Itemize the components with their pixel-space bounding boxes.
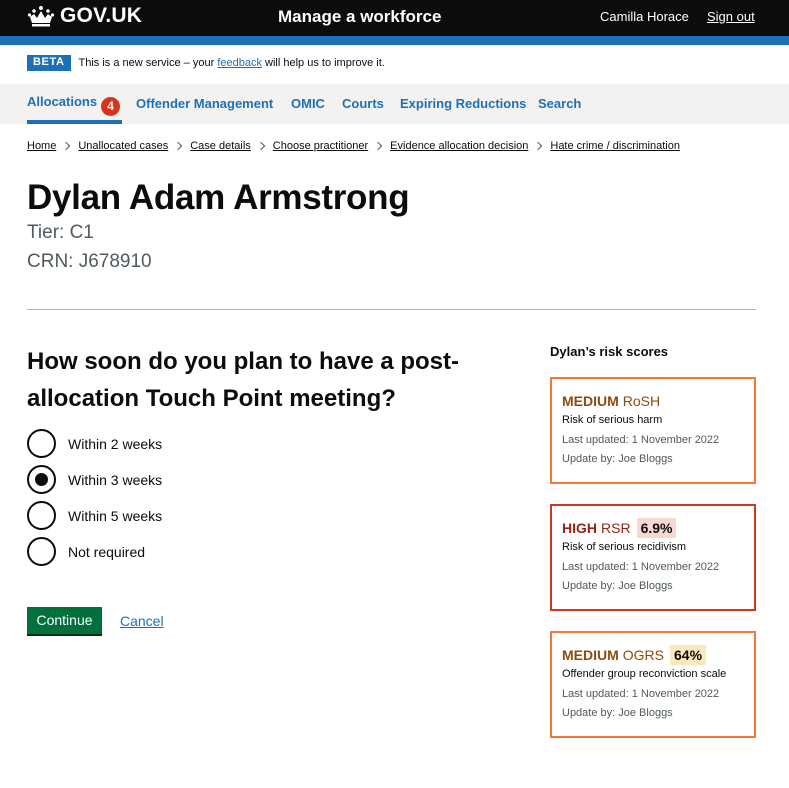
feedback-link[interactable]: feedback <box>217 57 262 69</box>
tier-caption: Tier: C1 <box>27 222 94 243</box>
primary-navigation: Allocations 4 Offender Management OMIC Co… <box>0 84 789 124</box>
nav-label: Allocations <box>27 94 98 109</box>
header-blue-stripe <box>0 36 789 45</box>
risk-level: MEDIUM <box>562 647 619 663</box>
crn-caption: CRN: J678910 <box>27 251 152 272</box>
cancel-link[interactable]: Cancel <box>120 612 164 630</box>
risk-percentage: 6.9% <box>636 518 677 538</box>
breadcrumb-home[interactable]: Home <box>27 139 56 153</box>
risk-card-ogrs: MEDIUM OGRS 64% Offender group reconvict… <box>550 631 756 738</box>
breadcrumb: Home Unallocated cases Case details Choo… <box>27 139 680 153</box>
risk-last-updated: Last updated: 1 November 2022 <box>562 561 720 573</box>
risk-description: Offender group reconviction scale <box>562 668 727 680</box>
radio-button[interactable] <box>27 429 56 458</box>
radio-within-3-weeks[interactable]: Within 3 weeks <box>27 465 162 494</box>
risk-card-rsr: HIGH RSR 6.9% Risk of serious recidivism… <box>550 504 756 611</box>
phase-text: This is a new service – your feedback wi… <box>79 56 385 70</box>
radio-button[interactable] <box>27 501 56 530</box>
risk-score-name: OGRS <box>622 647 665 663</box>
crown-icon <box>27 6 55 27</box>
sign-out-link[interactable]: Sign out <box>707 8 755 26</box>
chevron-right-icon <box>62 141 71 151</box>
nav-item-offender-management[interactable]: Offender Management <box>136 96 273 112</box>
chevron-right-icon <box>373 141 383 151</box>
risk-card-header: MEDIUM RoSH <box>562 391 754 411</box>
risk-scores-heading: Dylan’s risk scores <box>550 344 669 359</box>
govuk-logo-link[interactable]: GOV.UK <box>27 5 142 27</box>
risk-score-name: RSR <box>601 520 631 536</box>
risk-description: Risk of serious recidivism <box>562 541 687 553</box>
allocations-count-badge: 4 <box>101 97 121 116</box>
radio-button[interactable] <box>27 537 56 566</box>
risk-percentage: 64% <box>670 645 707 665</box>
nav-item-search[interactable]: Search <box>538 96 581 112</box>
question-heading: How soon do you plan to have a post-allo… <box>27 348 460 412</box>
risk-level: MEDIUM <box>562 393 619 409</box>
nav-active-indicator <box>27 120 122 124</box>
breadcrumb-case-details[interactable]: Case details <box>190 139 251 153</box>
risk-last-updated: Last updated: 1 November 2022 <box>562 688 720 700</box>
risk-level: HIGH <box>562 520 597 536</box>
govuk-logo-text: GOV.UK <box>60 4 143 27</box>
chevron-right-icon <box>173 141 183 151</box>
section-divider <box>27 309 756 310</box>
breadcrumb-choose-practitioner[interactable]: Choose practitioner <box>273 139 368 153</box>
risk-updated-by: Update by: Joe Bloggs <box>562 580 673 592</box>
user-name: Camilla Horace <box>600 9 689 24</box>
nav-item-expiring-reductions[interactable]: Expiring Reductions <box>400 96 526 112</box>
radio-label[interactable]: Within 5 weeks <box>68 507 162 525</box>
service-name[interactable]: Manage a workforce <box>278 7 441 27</box>
risk-score-name: RoSH <box>622 393 661 409</box>
radio-not-required[interactable]: Not required <box>27 537 145 566</box>
breadcrumb-evidence-allocation-decision[interactable]: Evidence allocation decision <box>390 139 528 153</box>
chevron-right-icon <box>534 141 543 151</box>
page-title: Dylan Adam Armstrong <box>27 178 410 217</box>
radio-button-selected[interactable] <box>27 465 56 494</box>
nav-item-omic[interactable]: OMIC <box>291 96 325 112</box>
risk-card-header: HIGH RSR 6.9% <box>562 518 754 538</box>
breadcrumb-hate-crime[interactable]: Hate crime / discrimination <box>550 139 680 153</box>
site-header: GOV.UK Manage a workforce Camilla Horace… <box>0 0 789 45</box>
nav-item-courts[interactable]: Courts <box>342 96 384 112</box>
risk-updated-by: Update by: Joe Bloggs <box>562 707 673 719</box>
radio-within-2-weeks[interactable]: Within 2 weeks <box>27 429 162 458</box>
breadcrumb-unallocated-cases[interactable]: Unallocated cases <box>78 139 168 153</box>
beta-tag: BETA <box>27 55 71 71</box>
risk-description: Risk of serious harm <box>562 414 663 426</box>
radio-label[interactable]: Within 2 weeks <box>68 435 162 453</box>
risk-updated-by: Update by: Joe Bloggs <box>562 453 673 465</box>
phase-text-before: This is a new service – your <box>78 57 218 69</box>
risk-last-updated: Last updated: 1 November 2022 <box>562 434 720 446</box>
risk-card-header: MEDIUM OGRS 64% <box>562 645 754 665</box>
phase-text-after: will help us to improve it. <box>261 57 385 69</box>
risk-card-rosh: MEDIUM RoSH Risk of serious harm Last up… <box>550 377 756 484</box>
phase-banner: BETA This is a new service – your feedba… <box>27 55 385 71</box>
chevron-right-icon <box>256 141 266 151</box>
continue-button[interactable]: Continue <box>27 607 102 636</box>
radio-within-5-weeks[interactable]: Within 5 weeks <box>27 501 162 530</box>
radio-label[interactable]: Not required <box>68 543 145 561</box>
nav-item-allocations[interactable]: Allocations 4 <box>27 94 121 116</box>
radio-label[interactable]: Within 3 weeks <box>68 471 162 489</box>
